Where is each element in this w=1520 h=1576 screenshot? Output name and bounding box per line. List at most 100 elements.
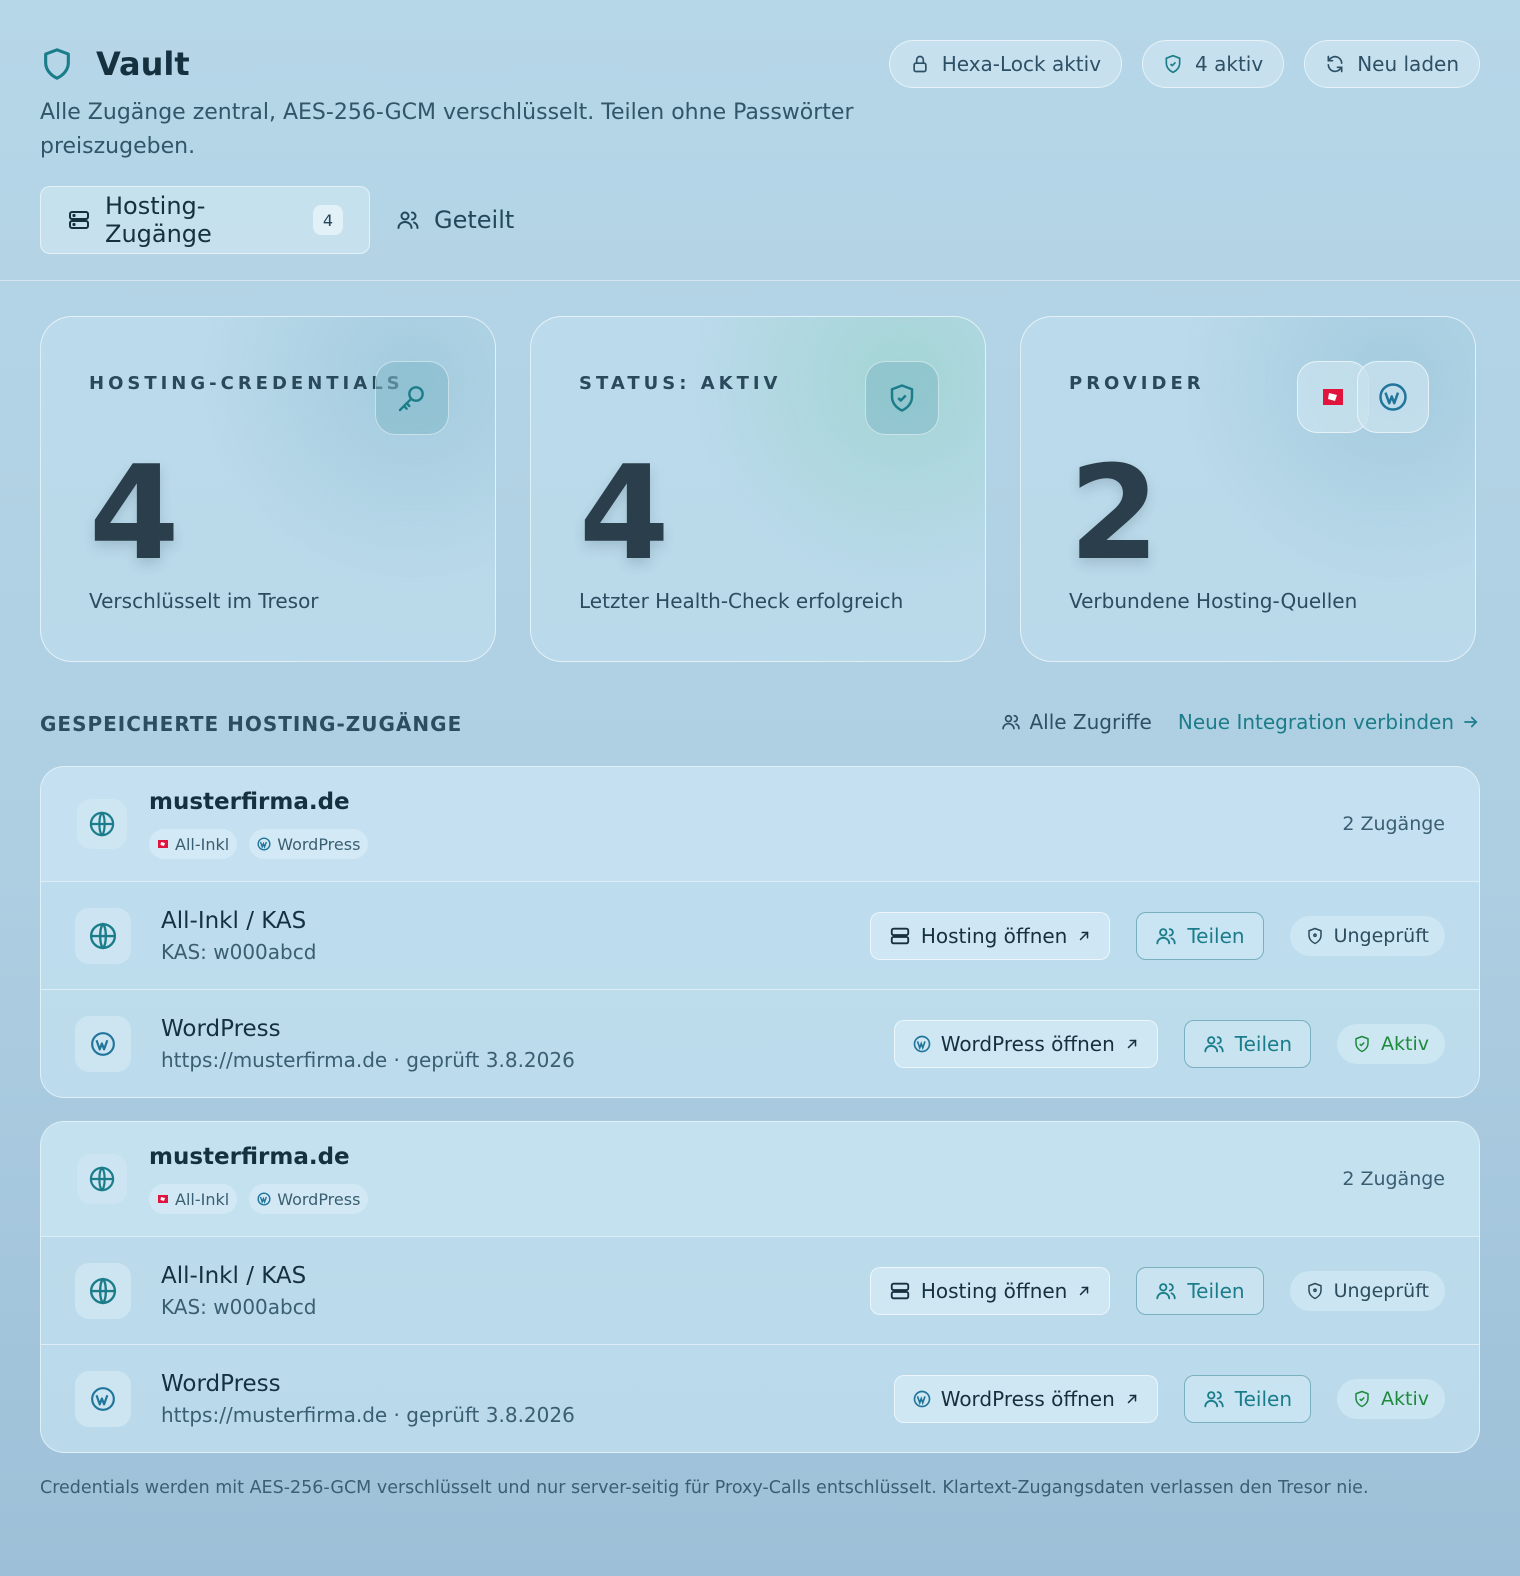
chip-wordpress: WordPress [249, 1184, 369, 1214]
status-label: Ungeprüft [1333, 1279, 1429, 1302]
credential-row-wordpress: WordPress https://musterfirma.de · geprü… [41, 1344, 1479, 1452]
chip-allinkl-label: All-Inkl [175, 834, 230, 854]
share-button[interactable]: Teilen [1136, 911, 1264, 960]
section-header: GESPEICHERTE HOSTING-ZUGÄNGE Alle Zugrif… [40, 710, 1480, 742]
allinkl-logo-icon [157, 839, 169, 849]
globe-icon [75, 907, 131, 964]
wordpress-icon [257, 837, 271, 851]
stat-provider-label: PROVIDER [1069, 373, 1205, 394]
credential-actions: WordPress öffnen Teilen Aktiv [893, 1374, 1445, 1423]
new-integration-link[interactable]: Neue Integration verbinden [1178, 710, 1480, 734]
users-icon [1203, 1388, 1225, 1410]
users-icon [1155, 925, 1177, 947]
credential-subtitle: KAS: w000abcd [161, 1295, 317, 1319]
domain-group: musterfirma.de All-Inkl WordPress 2 Zugä… [40, 1121, 1480, 1453]
credential-subtitle: https://musterfirma.de · geprüft 3.8.202… [161, 1048, 575, 1072]
header-divider [0, 280, 1520, 281]
wordpress-icon [75, 1370, 131, 1427]
access-count: 2 Zugänge [1342, 813, 1445, 835]
credential-row-allinkl: All-Inkl / KAS KAS: w000abcd Hosting öff… [41, 1236, 1479, 1344]
globe-icon [75, 1262, 131, 1319]
arrow-up-right-icon [1077, 929, 1091, 943]
credential-row-wordpress: WordPress https://musterfirma.de · geprü… [41, 989, 1479, 1097]
stat-credentials-value: 4 [89, 437, 180, 589]
stat-provider-value: 2 [1069, 437, 1160, 589]
all-access-label: Alle Zugriffe [1029, 710, 1152, 734]
share-label: Teilen [1234, 1031, 1293, 1056]
users-icon [396, 208, 420, 232]
open-hosting-button[interactable]: Hosting öffnen [869, 1266, 1111, 1315]
credential-title: WordPress [161, 1371, 281, 1397]
open-wordpress-button[interactable]: WordPress öffnen [893, 1019, 1158, 1068]
chip-wordpress-label: WordPress [277, 1189, 361, 1209]
status-label: Aktiv [1381, 1387, 1429, 1410]
provider-chips: All-Inkl WordPress [149, 829, 369, 859]
provider-chips: All-Inkl WordPress [149, 1184, 369, 1214]
stat-status-label: STATUS: AKTIV [579, 373, 782, 394]
credential-subtitle: KAS: w000abcd [161, 940, 317, 964]
domain-name: musterfirma.de [149, 1144, 350, 1170]
share-label: Teilen [1187, 923, 1245, 948]
chip-wordpress-label: WordPress [277, 834, 361, 854]
share-button[interactable]: Teilen [1183, 1374, 1312, 1423]
open-hosting-button[interactable]: Hosting öffnen [869, 911, 1111, 960]
credential-title: All-Inkl / KAS [161, 908, 307, 934]
access-count: 2 Zugänge [1342, 1168, 1445, 1190]
server-icon [67, 208, 91, 232]
lock-icon [910, 53, 930, 75]
domain-group-header[interactable]: musterfirma.de All-Inkl WordPress 2 Zugä… [41, 767, 1479, 881]
stat-credentials-desc: Verschlüsselt im Tresor [89, 589, 319, 613]
new-integration-label: Neue Integration verbinden [1177, 710, 1454, 734]
share-label: Teilen [1187, 1278, 1245, 1303]
shield-check-icon [1353, 1034, 1371, 1054]
arrow-right-icon [1462, 713, 1480, 731]
shield-check-icon [1353, 1389, 1371, 1409]
active-count-pill[interactable]: 4 aktiv [1142, 40, 1285, 88]
stat-card-credentials: HOSTING-CREDENTIALS 4 Verschlüsselt im T… [40, 316, 496, 662]
wordpress-icon [75, 1015, 131, 1072]
tab-hosting[interactable]: Hosting-Zugänge 4 [40, 186, 370, 254]
wordpress-icon [913, 1035, 931, 1053]
arrow-up-right-icon [1125, 1392, 1139, 1406]
shield-check-icon [1163, 53, 1183, 75]
open-wordpress-button[interactable]: WordPress öffnen [893, 1374, 1158, 1423]
domain-group-header[interactable]: musterfirma.de All-Inkl WordPress 2 Zugä… [41, 1122, 1479, 1236]
wordpress-icon [913, 1390, 931, 1408]
tab-hosting-count: 4 [313, 205, 343, 235]
allinkl-logo-icon [157, 1194, 169, 1204]
users-icon [1203, 1033, 1225, 1055]
wordpress-icon [1357, 361, 1429, 433]
reload-button[interactable]: Neu laden [1304, 40, 1480, 88]
refresh-icon [1325, 54, 1345, 74]
domain-group: musterfirma.de All-Inkl WordPress 2 Zugä… [40, 766, 1480, 1098]
arrow-up-right-icon [1077, 1284, 1091, 1298]
status-badge: Ungeprüft [1289, 915, 1445, 956]
chip-allinkl: All-Inkl [149, 829, 238, 859]
shield-question-icon [1306, 1281, 1324, 1301]
users-icon [1155, 1280, 1177, 1302]
server-icon [889, 925, 911, 947]
server-icon [889, 1280, 911, 1302]
wordpress-icon [257, 1192, 271, 1206]
open-hosting-label: Hosting öffnen [920, 1278, 1068, 1303]
credential-actions: Hosting öffnen Teilen Ungeprüft [869, 1266, 1445, 1315]
tab-shared[interactable]: Geteilt [370, 186, 540, 254]
globe-icon [77, 799, 127, 849]
tab-hosting-label: Hosting-Zugänge [105, 192, 212, 248]
hexa-lock-label: Hexa-Lock aktiv [941, 52, 1102, 76]
all-access-link[interactable]: Alle Zugriffe [1001, 710, 1152, 734]
chip-allinkl-label: All-Inkl [175, 1189, 230, 1209]
hexa-lock-pill[interactable]: Hexa-Lock aktiv [888, 40, 1123, 88]
provider-icons [1297, 361, 1429, 433]
stat-status-desc: Letzter Health-Check erfolgreich [579, 589, 904, 613]
shield-icon [40, 46, 74, 82]
reload-label: Neu laden [1357, 52, 1459, 76]
header-pills: Hexa-Lock aktiv 4 aktiv Neu laden [888, 40, 1480, 88]
open-wordpress-label: WordPress öffnen [940, 1031, 1115, 1056]
share-button[interactable]: Teilen [1183, 1019, 1312, 1068]
share-button[interactable]: Teilen [1136, 1266, 1264, 1315]
open-wordpress-label: WordPress öffnen [940, 1386, 1115, 1411]
open-hosting-label: Hosting öffnen [920, 923, 1068, 948]
status-badge: Ungeprüft [1289, 1270, 1445, 1311]
footer-note: Credentials werden mit AES-256-GCM versc… [40, 1478, 1369, 1498]
